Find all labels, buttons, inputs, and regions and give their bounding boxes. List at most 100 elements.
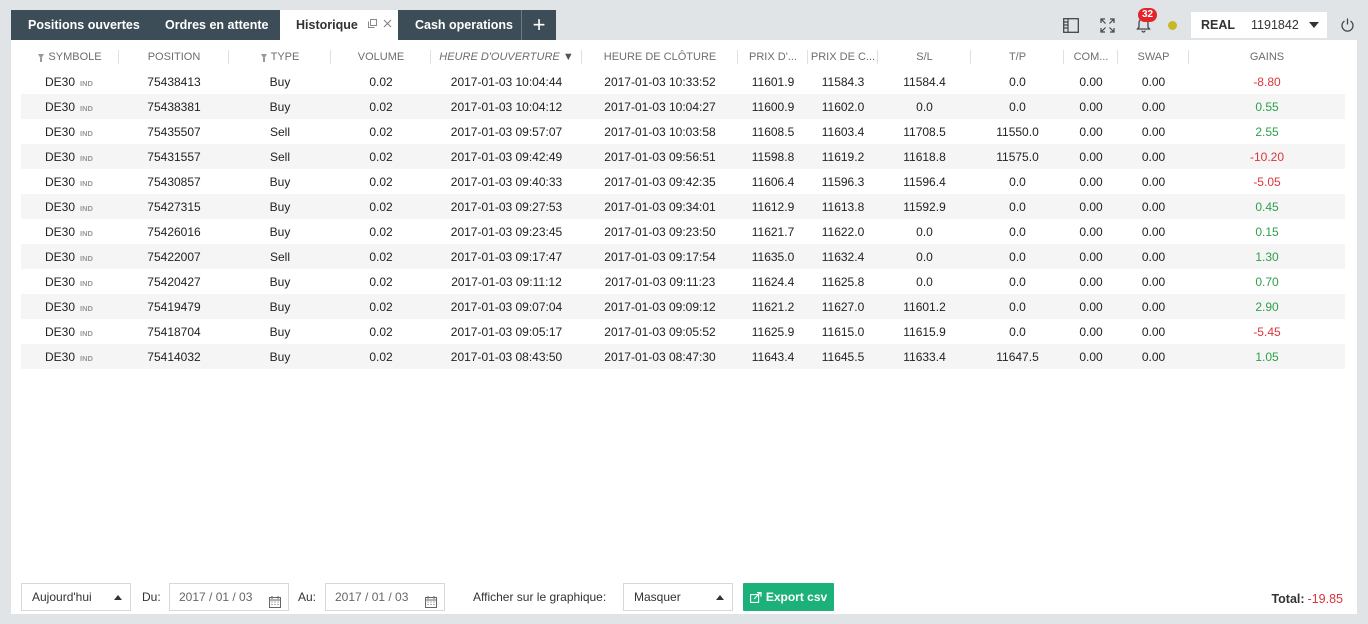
cell-symbol: DE30 IND xyxy=(21,319,119,344)
cell-type: Sell xyxy=(229,144,331,169)
from-date-field[interactable]: 2017 / 01 / 03 xyxy=(169,583,289,611)
cell-open-time: 2017-01-03 09:27:53 xyxy=(431,194,582,219)
cell-type: Buy xyxy=(229,219,331,244)
cell-commission: 0.00 xyxy=(1064,94,1118,119)
cell-sl: 0.0 xyxy=(878,94,971,119)
to-date-field[interactable]: 2017 / 01 / 03 xyxy=(325,583,445,611)
col-heure-ouverture[interactable]: HEURE D'OUVERTURE ▼ xyxy=(431,45,582,69)
cell-open-time: 2017-01-03 09:17:47 xyxy=(431,244,582,269)
symbol-class-tag: IND xyxy=(80,203,93,213)
period-value: Aujourd'hui xyxy=(32,590,92,604)
col-gains[interactable]: GAINS xyxy=(1189,45,1345,69)
filter-icon[interactable] xyxy=(38,54,45,62)
col-heure-cloture[interactable]: HEURE DE CLÔTURE xyxy=(582,45,738,69)
cell-position: 75438413 xyxy=(119,69,229,94)
cell-volume: 0.02 xyxy=(331,169,431,194)
col-tp[interactable]: T/P xyxy=(971,45,1064,69)
table-row[interactable]: DE30 IND 75430857 Buy 0.02 2017-01-03 09:40:3… xyxy=(21,169,1345,194)
symbol-class-tag: IND xyxy=(80,128,93,138)
cell-sl: 0.0 xyxy=(878,244,971,269)
cell-symbol: DE30 IND xyxy=(21,219,119,244)
bell-icon[interactable]: 32 xyxy=(1132,8,1158,36)
chart-display-value: Masquer xyxy=(634,590,681,604)
cell-gain: 0.70 xyxy=(1189,269,1345,294)
cell-open-price: 11624.4 xyxy=(738,269,808,294)
cell-commission: 0.00 xyxy=(1064,269,1118,294)
cell-close-price: 11645.5 xyxy=(808,344,878,369)
chart-display-select[interactable]: Masquer xyxy=(623,583,733,611)
col-position[interactable]: POSITION xyxy=(119,45,229,69)
filter-icon[interactable] xyxy=(260,54,267,62)
symbol-class-tag: IND xyxy=(80,353,93,363)
layout-icon[interactable] xyxy=(1060,14,1082,36)
period-select[interactable]: Aujourd'hui xyxy=(21,583,131,611)
tab-historique[interactable]: Historique xyxy=(280,10,398,40)
table-row[interactable]: DE30 IND 75426016 Buy 0.02 2017-01-03 09:23:4… xyxy=(21,219,1345,244)
cell-commission: 0.00 xyxy=(1064,119,1118,144)
col-prix-ouverture[interactable]: PRIX D'... xyxy=(738,45,808,69)
from-date-value: 2017 / 01 / 03 xyxy=(179,590,253,604)
close-icon[interactable] xyxy=(383,19,392,31)
cell-swap: 0.00 xyxy=(1118,194,1189,219)
tab-positions-ouvertes[interactable]: Positions ouvertes xyxy=(11,10,151,40)
cell-close-price: 11627.0 xyxy=(808,294,878,319)
symbol-name: DE30 xyxy=(45,299,76,314)
cell-open-price: 11608.5 xyxy=(738,119,808,144)
col-prix-cloture[interactable]: PRIX DE C... xyxy=(808,45,878,69)
cell-close-time: 2017-01-03 10:04:27 xyxy=(582,94,738,119)
cell-tp: 0.0 xyxy=(971,319,1064,344)
cell-swap: 0.00 xyxy=(1118,219,1189,244)
table-row[interactable]: DE30 IND 75414032 Buy 0.02 2017-01-03 08:43:5… xyxy=(21,344,1345,369)
table-row[interactable]: DE30 IND 75420427 Buy 0.02 2017-01-03 09:11:1… xyxy=(21,269,1345,294)
chevron-up-icon xyxy=(716,595,724,600)
popout-icon[interactable] xyxy=(367,19,377,31)
table-row[interactable]: DE30 IND 75419479 Buy 0.02 2017-01-03 09:07:0… xyxy=(21,294,1345,319)
cell-type: Buy xyxy=(229,294,331,319)
cell-gain: 2.90 xyxy=(1189,294,1345,319)
col-volume[interactable]: VOLUME xyxy=(331,45,431,69)
tab-ordres-en-attente[interactable]: Ordres en attente xyxy=(151,10,280,40)
table-row[interactable]: DE30 IND 75418704 Buy 0.02 2017-01-03 09:05:1… xyxy=(21,319,1345,344)
tab-bar: Positions ouvertes Ordres en attente His… xyxy=(11,10,556,40)
to-label: Au: xyxy=(298,590,317,604)
tab-label: Positions ouvertes xyxy=(28,18,140,32)
col-symbole[interactable]: SYMBOLE xyxy=(21,45,119,69)
cell-swap: 0.00 xyxy=(1118,344,1189,369)
export-csv-button[interactable]: Export csv xyxy=(743,583,834,611)
col-swap[interactable]: SWAP xyxy=(1118,45,1189,69)
col-type[interactable]: TYPE xyxy=(229,45,331,69)
table-row[interactable]: DE30 IND 75438413 Buy 0.02 2017-01-03 10:04:4… xyxy=(21,69,1345,94)
cell-commission: 0.00 xyxy=(1064,194,1118,219)
symbol-name: DE30 xyxy=(45,249,76,264)
cell-symbol: DE30 IND xyxy=(21,69,119,94)
account-number: 1191842 xyxy=(1251,18,1299,32)
table-row[interactable]: DE30 IND 75435507 Sell 0.02 2017-01-03 09:57:… xyxy=(21,119,1345,144)
cell-volume: 0.02 xyxy=(331,144,431,169)
table-row[interactable]: DE30 IND 75431557 Sell 0.02 2017-01-03 09:42:… xyxy=(21,144,1345,169)
total-label: Total: xyxy=(1271,592,1305,606)
cell-commission: 0.00 xyxy=(1064,344,1118,369)
calendar-icon[interactable] xyxy=(269,591,281,617)
table-row[interactable]: DE30 IND 75438381 Buy 0.02 2017-01-03 10:04:1… xyxy=(21,94,1345,119)
cell-commission: 0.00 xyxy=(1064,244,1118,269)
symbol-name: DE30 xyxy=(45,74,76,89)
cell-position: 75435507 xyxy=(119,119,229,144)
cell-symbol: DE30 IND xyxy=(21,144,119,169)
power-icon[interactable] xyxy=(1337,14,1357,36)
cell-tp: 0.0 xyxy=(971,244,1064,269)
cell-gain: -10.20 xyxy=(1189,144,1345,169)
table-row[interactable]: DE30 IND 75422007 Sell 0.02 2017-01-03 09:17:… xyxy=(21,244,1345,269)
table-row[interactable]: DE30 IND 75427315 Buy 0.02 2017-01-03 09:27:5… xyxy=(21,194,1345,219)
cell-close-price: 11632.4 xyxy=(808,244,878,269)
cell-open-price: 11635.0 xyxy=(738,244,808,269)
col-commission[interactable]: COM... xyxy=(1064,45,1118,69)
tab-cash-operations[interactable]: Cash operations xyxy=(398,10,522,40)
fullscreen-icon[interactable] xyxy=(1096,14,1118,36)
cell-open-time: 2017-01-03 10:04:44 xyxy=(431,69,582,94)
add-tab-button[interactable]: + xyxy=(522,10,556,40)
symbol-name: DE30 xyxy=(45,174,76,189)
col-sl[interactable]: S/L xyxy=(878,45,971,69)
calendar-icon[interactable] xyxy=(425,591,437,617)
account-selector[interactable]: REAL 1191842 xyxy=(1191,12,1327,38)
cell-close-price: 11619.2 xyxy=(808,144,878,169)
